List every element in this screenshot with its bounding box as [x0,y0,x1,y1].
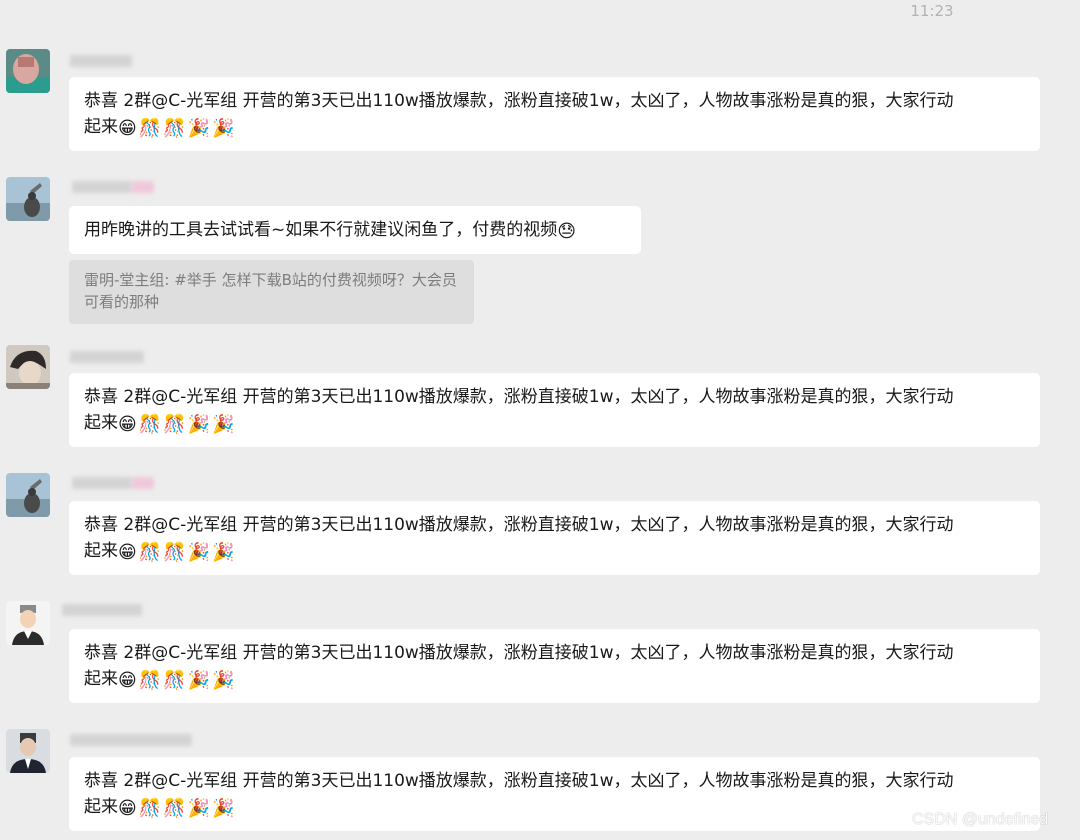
avatar[interactable] [6,601,50,645]
sender-name [72,181,132,193]
party-popper-emoji: 🎉 [187,670,211,691]
firework-emoji: 🎊 [138,542,162,563]
sender-name [70,55,132,67]
sweat-emoji: 😓 [557,221,577,242]
message-bubble[interactable]: 恭喜 2群@C-光军组 开营的第3天已出110w播放爆款，涨粉直接破1w，太凶了… [69,77,1040,151]
sender-name-badge [132,181,154,193]
grin-emoji: 😁 [118,542,137,563]
quoted-message[interactable]: 雷明-堂主组: #举手 怎样下载B站的付费视频呀？大会员可看的那种 [69,260,474,324]
message-bubble[interactable]: 恭喜 2群@C-光军组 开营的第3天已出110w播放爆款，涨粉直接破1w，太凶了… [69,373,1040,447]
avatar[interactable] [6,49,50,93]
firework-emoji: 🎊 [163,118,186,139]
party-popper-emoji: 🎉 [187,542,211,563]
message-bubble[interactable]: 恭喜 2群@C-光军组 开营的第3天已出110w播放爆款，涨粉直接破1w，太凶了… [69,757,1040,831]
watermark: CSDN @undefined [912,811,1049,828]
party-popper-emoji: 🎉 [187,118,211,139]
message-bubble[interactable]: 恭喜 2群@C-光军组 开营的第3天已出110w播放爆款，涨粉直接破1w，太凶了… [69,629,1040,703]
message-bubble[interactable]: 恭喜 2群@C-光军组 开营的第3天已出110w播放爆款，涨粉直接破1w，太凶了… [69,501,1040,575]
firework-emoji: 🎊 [163,542,186,563]
grin-emoji: 😁 [118,798,137,819]
firework-emoji: 🎊 [163,414,186,435]
message-bubble[interactable]: 用昨晚讲的工具去试试看~如果不行就建议闲鱼了，付费的视频😓 [69,206,641,254]
grin-emoji: 😁 [118,414,137,435]
grin-emoji: 😁 [118,118,137,139]
sender-name [72,477,132,489]
grin-emoji: 😁 [118,670,137,691]
firework-emoji: 🎊 [163,670,186,691]
firework-emoji: 🎊 [163,798,186,819]
party-popper-emoji: 🎉 [212,798,235,819]
firework-emoji: 🎊 [138,670,162,691]
sender-name [62,604,142,616]
avatar[interactable] [6,473,50,517]
quoted-message-text: 雷明-堂主组: #举手 怎样下载B站的付费视频呀？大会员可看的那种 [84,271,457,311]
party-popper-emoji: 🎉 [187,798,211,819]
avatar[interactable] [6,729,50,773]
avatar[interactable] [6,177,50,221]
firework-emoji: 🎊 [138,798,162,819]
sender-name [70,351,144,363]
message-timestamp: 11:23 [910,2,954,20]
avatar[interactable] [6,345,50,389]
sender-name [70,734,192,746]
party-popper-emoji: 🎉 [212,118,235,139]
party-popper-emoji: 🎉 [187,414,211,435]
firework-emoji: 🎊 [138,414,162,435]
message-text: 用昨晚讲的工具去试试看~如果不行就建议闲鱼了，付费的视频 [84,220,558,240]
sender-name-badge [132,477,154,489]
party-popper-emoji: 🎉 [212,670,235,691]
party-popper-emoji: 🎉 [212,542,235,563]
firework-emoji: 🎊 [138,118,162,139]
party-popper-emoji: 🎉 [212,414,235,435]
